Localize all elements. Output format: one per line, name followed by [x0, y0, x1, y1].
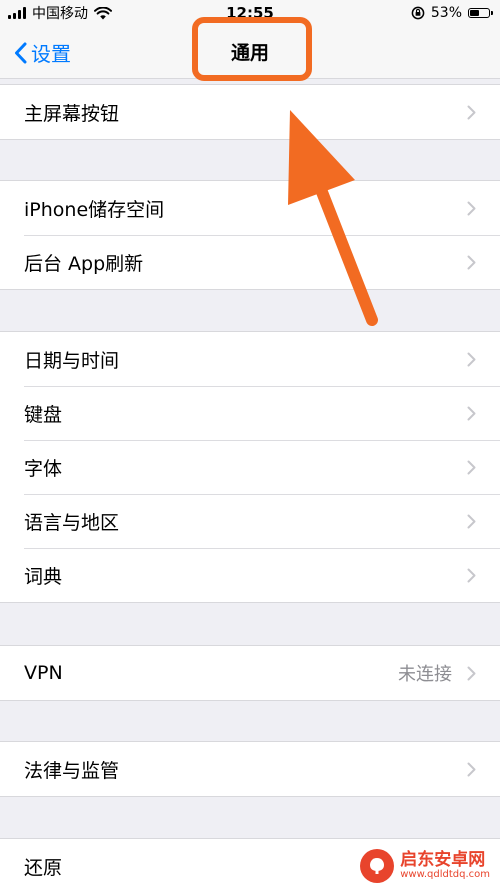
chevron-right-icon: [467, 105, 476, 120]
chevron-right-icon: [467, 201, 476, 216]
status-right: 53%: [411, 4, 493, 22]
row-background-app-refresh[interactable]: 后台 App刷新: [0, 235, 500, 289]
row-label: 还原: [24, 856, 63, 879]
chevron-right-icon: [467, 666, 476, 681]
battery-icon: [468, 8, 493, 18]
settings-group: 法律与监管: [0, 741, 500, 797]
annotation-highlight-box: [192, 17, 312, 81]
battery-percent: 53%: [430, 5, 462, 21]
watermark-logo-icon: [360, 849, 395, 883]
settings-group: 主屏幕按钮: [0, 84, 500, 140]
row-label: 词典: [24, 565, 63, 588]
row-label: 键盘: [24, 403, 63, 426]
row-vpn[interactable]: VPN 未连接: [0, 646, 500, 700]
row-label: 语言与地区: [24, 511, 120, 534]
row-label: 法律与监管: [24, 759, 120, 782]
chevron-right-icon: [467, 352, 476, 367]
settings-group: VPN 未连接: [0, 645, 500, 701]
row-dictionary[interactable]: 词典: [0, 548, 500, 602]
watermark: 启东安卓网 www.qdldtdq.com: [360, 849, 490, 883]
row-label: VPN: [24, 662, 63, 684]
vpn-status: 未连接: [398, 664, 452, 685]
row-label: 字体: [24, 457, 63, 480]
rotation-lock-icon: [411, 6, 425, 20]
row-label: 主屏幕按钮: [24, 102, 120, 125]
row-language-region[interactable]: 语言与地区: [0, 494, 500, 548]
row-date-time[interactable]: 日期与时间: [0, 332, 500, 386]
row-label: 后台 App刷新: [24, 252, 144, 275]
row-fonts[interactable]: 字体: [0, 440, 500, 494]
row-keyboard[interactable]: 键盘: [0, 386, 500, 440]
watermark-text: 启东安卓网 www.qdldtdq.com: [400, 849, 490, 880]
watermark-name: 启东安卓网: [400, 849, 486, 870]
chevron-right-icon: [467, 255, 476, 270]
row-iphone-storage[interactable]: iPhone储存空间: [0, 181, 500, 235]
chevron-right-icon: [467, 514, 476, 529]
row-label: 日期与时间: [24, 349, 120, 372]
row-label: iPhone储存空间: [24, 198, 165, 221]
chevron-right-icon: [467, 460, 476, 475]
battery-fill: [470, 10, 479, 16]
settings-group: 日期与时间 键盘 字体 语言与地区 词典: [0, 331, 500, 603]
chevron-right-icon: [467, 762, 476, 777]
settings-group: iPhone储存空间 后台 App刷新: [0, 180, 500, 290]
watermark-url: www.qdldtdq.com: [400, 868, 490, 880]
row-home-button[interactable]: 主屏幕按钮: [0, 85, 500, 139]
chevron-right-icon: [467, 568, 476, 583]
chevron-right-icon: [467, 406, 476, 421]
row-legal-regulatory[interactable]: 法律与监管: [0, 742, 500, 796]
